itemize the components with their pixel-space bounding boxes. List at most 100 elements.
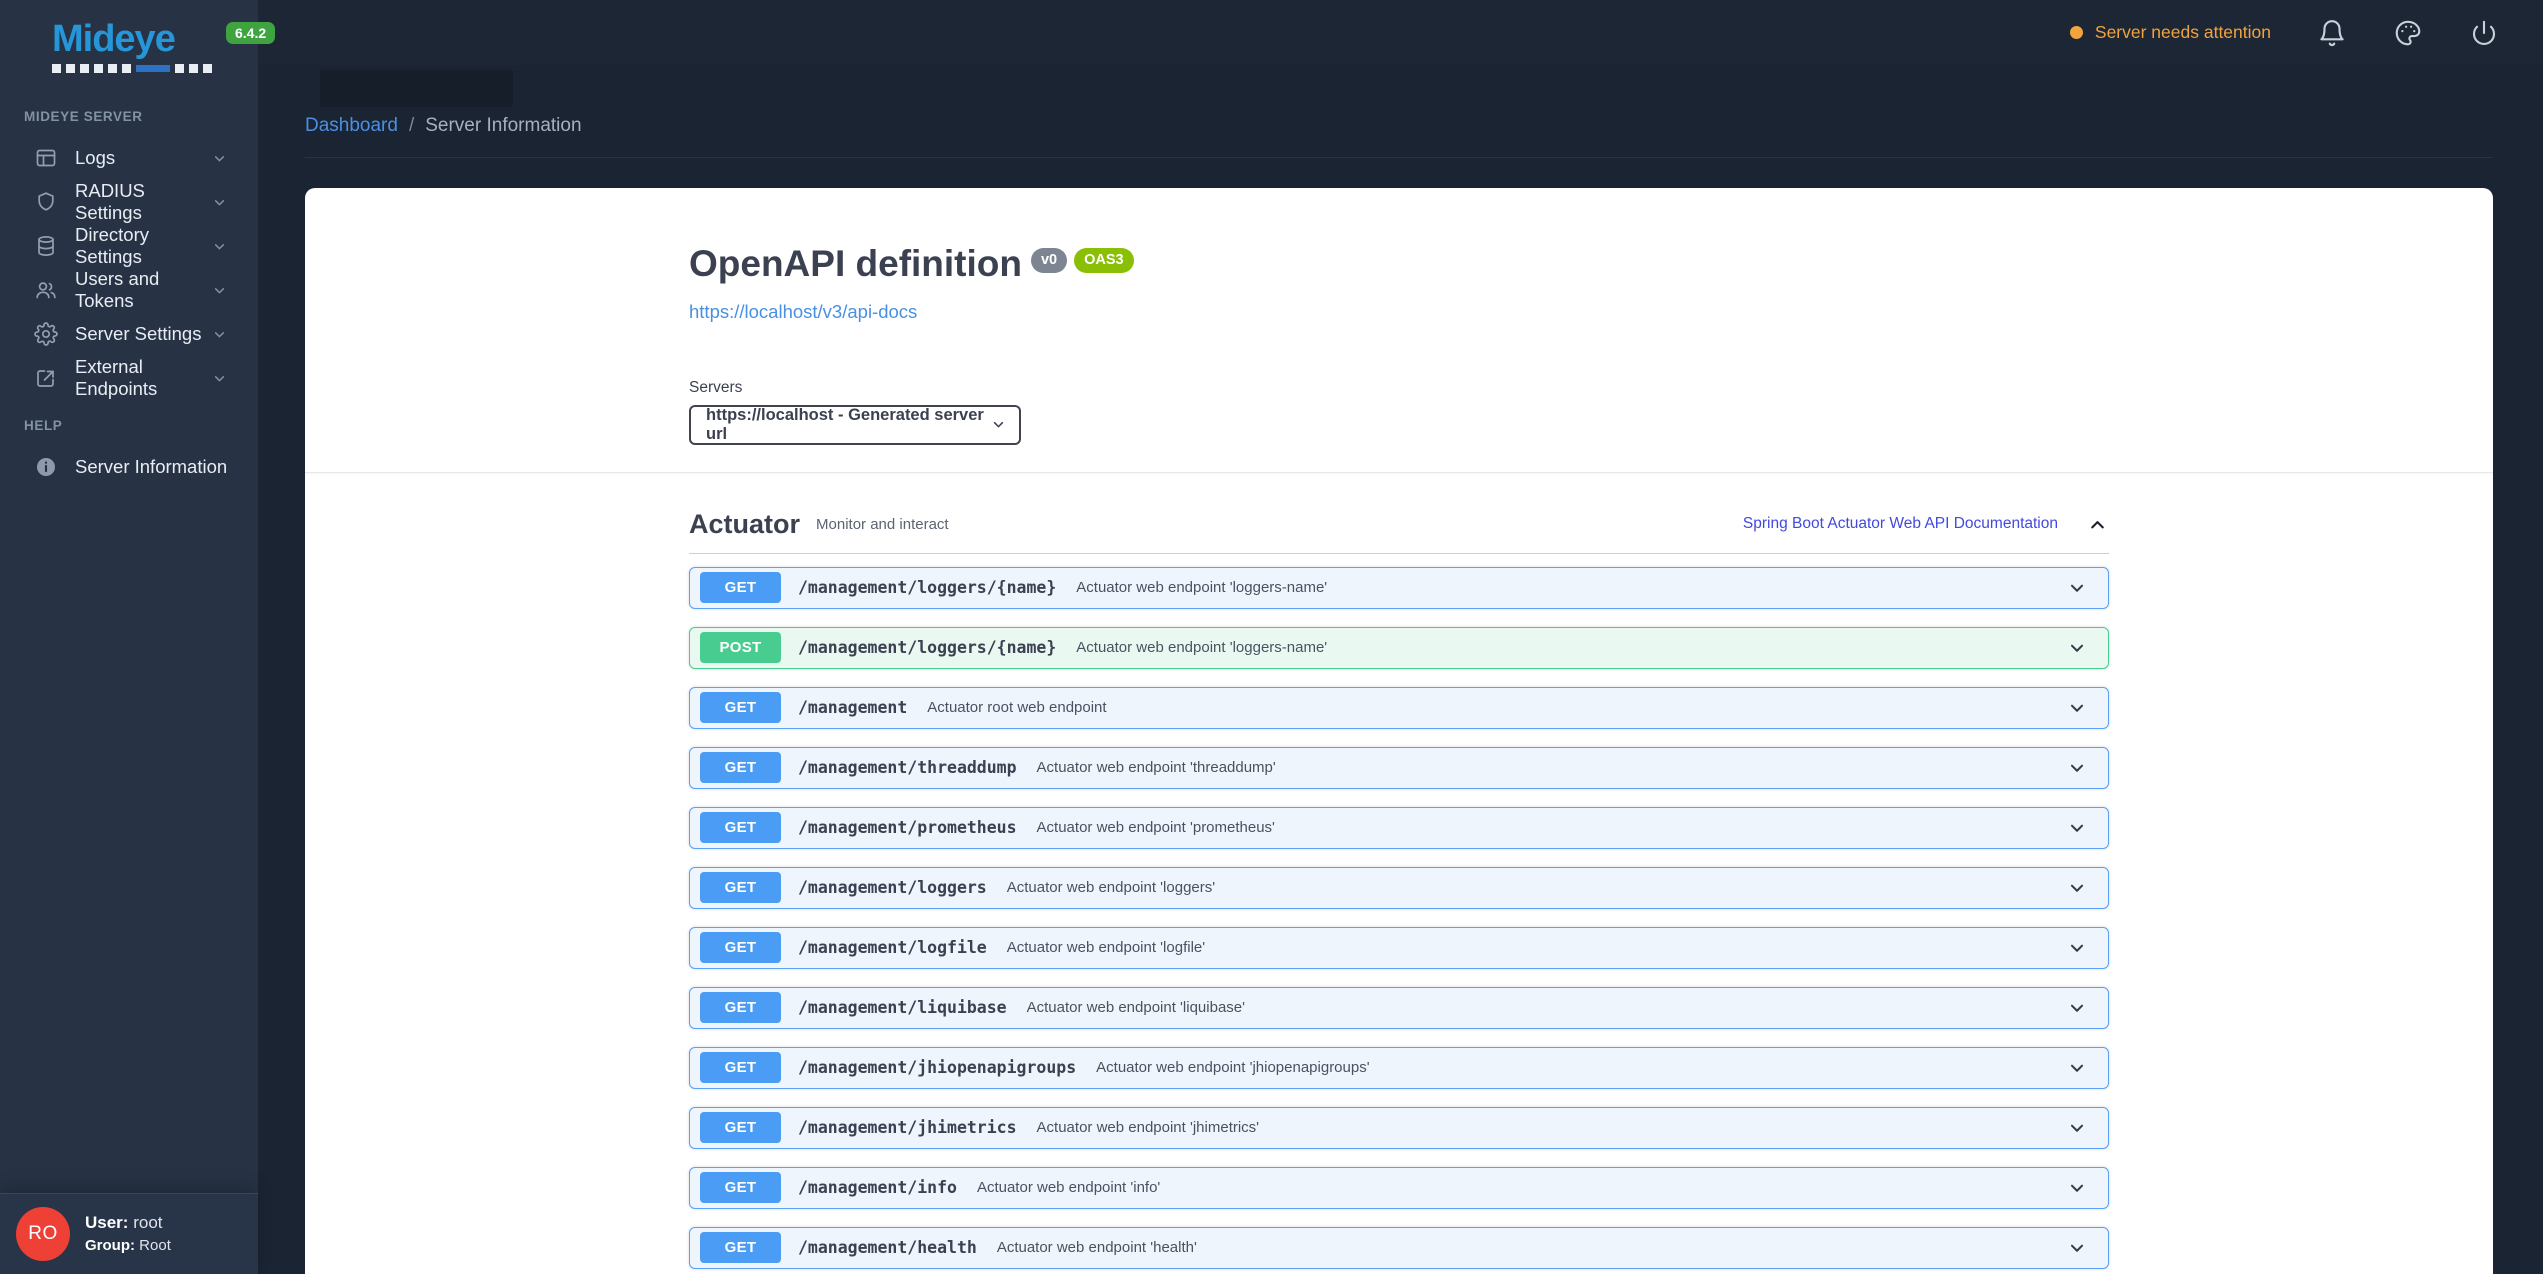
endpoint-row[interactable]: GET/management/loggers/{name} Actuator we… bbox=[689, 566, 2109, 609]
actuator-doc-link[interactable]: Spring Boot Actuator Web API Documentati… bbox=[1743, 515, 2058, 533]
section-subtitle: Monitor and interact bbox=[816, 515, 949, 533]
endpoint-path: /management bbox=[798, 698, 908, 718]
sidebar-section-label: HELP bbox=[24, 418, 63, 433]
endpoint-row[interactable]: GET/management/jhiopenapigroups Actuator … bbox=[689, 1046, 2109, 1089]
page-title: OpenAPI definition bbox=[689, 243, 1022, 284]
chevron-down-icon bbox=[211, 238, 228, 255]
endpoint-row[interactable]: POST/management/loggers/{name} Actuator w… bbox=[689, 626, 2109, 669]
sidebar-nav: MIDEYE SERVER Logs RADIUS Settings Director… bbox=[0, 91, 258, 489]
chevron-down-icon bbox=[211, 282, 228, 299]
scheme-divider bbox=[305, 471, 2493, 473]
endpoint-row[interactable]: GET/management/logfile Actuator web endpo… bbox=[689, 926, 2109, 969]
method-badge: GET bbox=[700, 992, 781, 1024]
chevron-down-icon[interactable] bbox=[2066, 877, 2088, 899]
chevron-down-icon bbox=[211, 370, 228, 387]
endpoint-row[interactable]: GET/management/health Actuator web endpoi… bbox=[689, 1226, 2109, 1269]
sidebar-item-radius-settings[interactable]: RADIUS Settings bbox=[0, 180, 258, 224]
logs-icon bbox=[34, 146, 58, 170]
endpoint-description: Actuator web endpoint 'prometheus' bbox=[1036, 819, 1275, 837]
breadcrumb-link-dashboard[interactable]: Dashboard bbox=[305, 115, 398, 137]
chevron-up-icon[interactable] bbox=[2086, 513, 2109, 536]
endpoint-description: Actuator web endpoint 'jhimetrics' bbox=[1036, 1119, 1260, 1137]
sidebar-item-label: External Endpoints bbox=[75, 356, 158, 399]
endpoint-path: /management/loggers/{name} bbox=[798, 638, 1057, 658]
endpoint-row[interactable]: GET/management/liquibase Actuator web end… bbox=[689, 986, 2109, 1029]
chevron-down-icon[interactable] bbox=[2066, 757, 2088, 779]
servers-selected-option: https://localhost - Generated server url bbox=[706, 405, 984, 443]
palette-icon[interactable] bbox=[2393, 18, 2423, 48]
users-icon bbox=[34, 278, 58, 302]
chevron-down-icon[interactable] bbox=[2066, 1117, 2088, 1139]
chevron-down-icon bbox=[211, 326, 228, 343]
external-link-icon bbox=[34, 366, 58, 390]
shield-icon bbox=[34, 190, 58, 214]
endpoint-description: Actuator web endpoint 'logfile' bbox=[1006, 939, 1206, 957]
endpoint-row[interactable]: GET/management/info Actuator web endpoint… bbox=[689, 1166, 2109, 1209]
group-line: Group: Root bbox=[85, 1237, 171, 1255]
logo[interactable]: Mideye 6.4.2 bbox=[0, 0, 276, 73]
servers-select[interactable]: https://localhost - Generated server url bbox=[689, 404, 1021, 445]
endpoint-row[interactable]: GET/management Actuator root web endpoint bbox=[689, 686, 2109, 729]
server-status-badge[interactable]: Server needs attention bbox=[2069, 22, 2271, 43]
spec-url-link[interactable]: https://localhost/v3/api-docs bbox=[689, 301, 917, 323]
logo-text: Mideye bbox=[52, 18, 176, 60]
endpoint-description: Actuator web endpoint 'health' bbox=[996, 1239, 1197, 1257]
breadcrumb-separator: / bbox=[408, 115, 415, 136]
method-badge: GET bbox=[700, 1172, 781, 1204]
endpoint-path: /management/threaddump bbox=[798, 758, 1017, 778]
endpoint-row[interactable]: GET/management/threaddump Actuator web en… bbox=[689, 746, 2109, 789]
chevron-down-icon[interactable] bbox=[2066, 817, 2088, 839]
method-badge: GET bbox=[700, 692, 781, 724]
chevron-down-icon[interactable] bbox=[2066, 1237, 2088, 1259]
method-badge: GET bbox=[700, 1112, 781, 1144]
chevron-down-icon[interactable] bbox=[2066, 1057, 2088, 1079]
method-badge: GET bbox=[700, 872, 781, 904]
endpoint-row[interactable]: GET/management/loggers Actuator web endpo… bbox=[689, 866, 2109, 909]
oas3-badge: OAS3 bbox=[1074, 248, 1134, 273]
sidebar-item-label: Directory Settings bbox=[75, 224, 150, 267]
chevron-down-icon[interactable] bbox=[2066, 1177, 2088, 1199]
endpoint-list: GET/management/loggers/{name} Actuator we… bbox=[689, 566, 2109, 1269]
sidebar-item-label: Users and Tokens bbox=[75, 268, 160, 311]
endpoint-description: Actuator web endpoint 'loggers' bbox=[1006, 879, 1216, 897]
method-badge: POST bbox=[700, 632, 781, 664]
method-badge: GET bbox=[700, 1052, 781, 1084]
chevron-down-icon[interactable] bbox=[2066, 997, 2088, 1019]
bell-icon[interactable] bbox=[2317, 18, 2347, 48]
sidebar-item-server-settings[interactable]: Server Settings bbox=[0, 312, 258, 356]
user-info-block[interactable]: RO User: root Group: Root bbox=[0, 1193, 258, 1274]
chevron-down-icon[interactable] bbox=[2066, 697, 2088, 719]
method-badge: GET bbox=[700, 812, 781, 844]
sidebar-item-directory-settings[interactable]: Directory Settings bbox=[0, 224, 258, 268]
info-icon bbox=[34, 455, 58, 479]
breadcrumb-shadow-decoration bbox=[320, 70, 513, 107]
endpoint-path: /management/info bbox=[798, 1178, 957, 1198]
servers-block: Servers https://localhost - Generated se… bbox=[689, 379, 2109, 472]
chevron-down-icon[interactable] bbox=[2066, 637, 2088, 659]
section-title: Actuator bbox=[689, 508, 801, 539]
chevron-down-icon[interactable] bbox=[2066, 937, 2088, 959]
endpoint-path: /management/logfile bbox=[798, 938, 987, 958]
sidebar-item-server-information[interactable]: Server Information bbox=[0, 445, 258, 489]
method-badge: GET bbox=[700, 752, 781, 784]
power-icon[interactable] bbox=[2469, 18, 2499, 48]
endpoint-row[interactable]: GET/management/jhimetrics Actuator web en… bbox=[689, 1106, 2109, 1149]
content-divider bbox=[305, 157, 2493, 158]
content-area: Dashboard / Server Information OpenAPI d… bbox=[258, 65, 2543, 1274]
sidebar-item-logs[interactable]: Logs bbox=[0, 136, 258, 180]
sidebar-item-external-endpoints[interactable]: External Endpoints bbox=[0, 356, 258, 400]
version-badge: 6.4.2 bbox=[226, 22, 276, 44]
endpoint-description: Actuator root web endpoint bbox=[927, 699, 1107, 717]
method-badge: GET bbox=[700, 1232, 781, 1264]
user-line: User: root bbox=[85, 1212, 163, 1232]
chevron-down-icon bbox=[211, 194, 228, 211]
sidebar-item-users-and-tokens[interactable]: Users and Tokens bbox=[0, 268, 258, 312]
top-bar: Server needs attention bbox=[258, 0, 2543, 65]
chevron-down-icon[interactable] bbox=[2066, 577, 2088, 599]
app-window: Mideye 6.4.2 MIDEYE SERVER Logs RADIUS Set… bbox=[0, 0, 2543, 1274]
endpoint-description: Actuator web endpoint 'threaddump' bbox=[1036, 759, 1276, 777]
endpoint-row[interactable]: GET/management/prometheus Actuator web en… bbox=[689, 806, 2109, 849]
openapi-card: OpenAPI definition v0 OAS3 https://local… bbox=[305, 188, 2493, 1274]
actuator-section-header[interactable]: Actuator Monitor and interact Spring Boo… bbox=[689, 509, 2109, 554]
endpoint-path: /management/prometheus bbox=[798, 818, 1017, 838]
